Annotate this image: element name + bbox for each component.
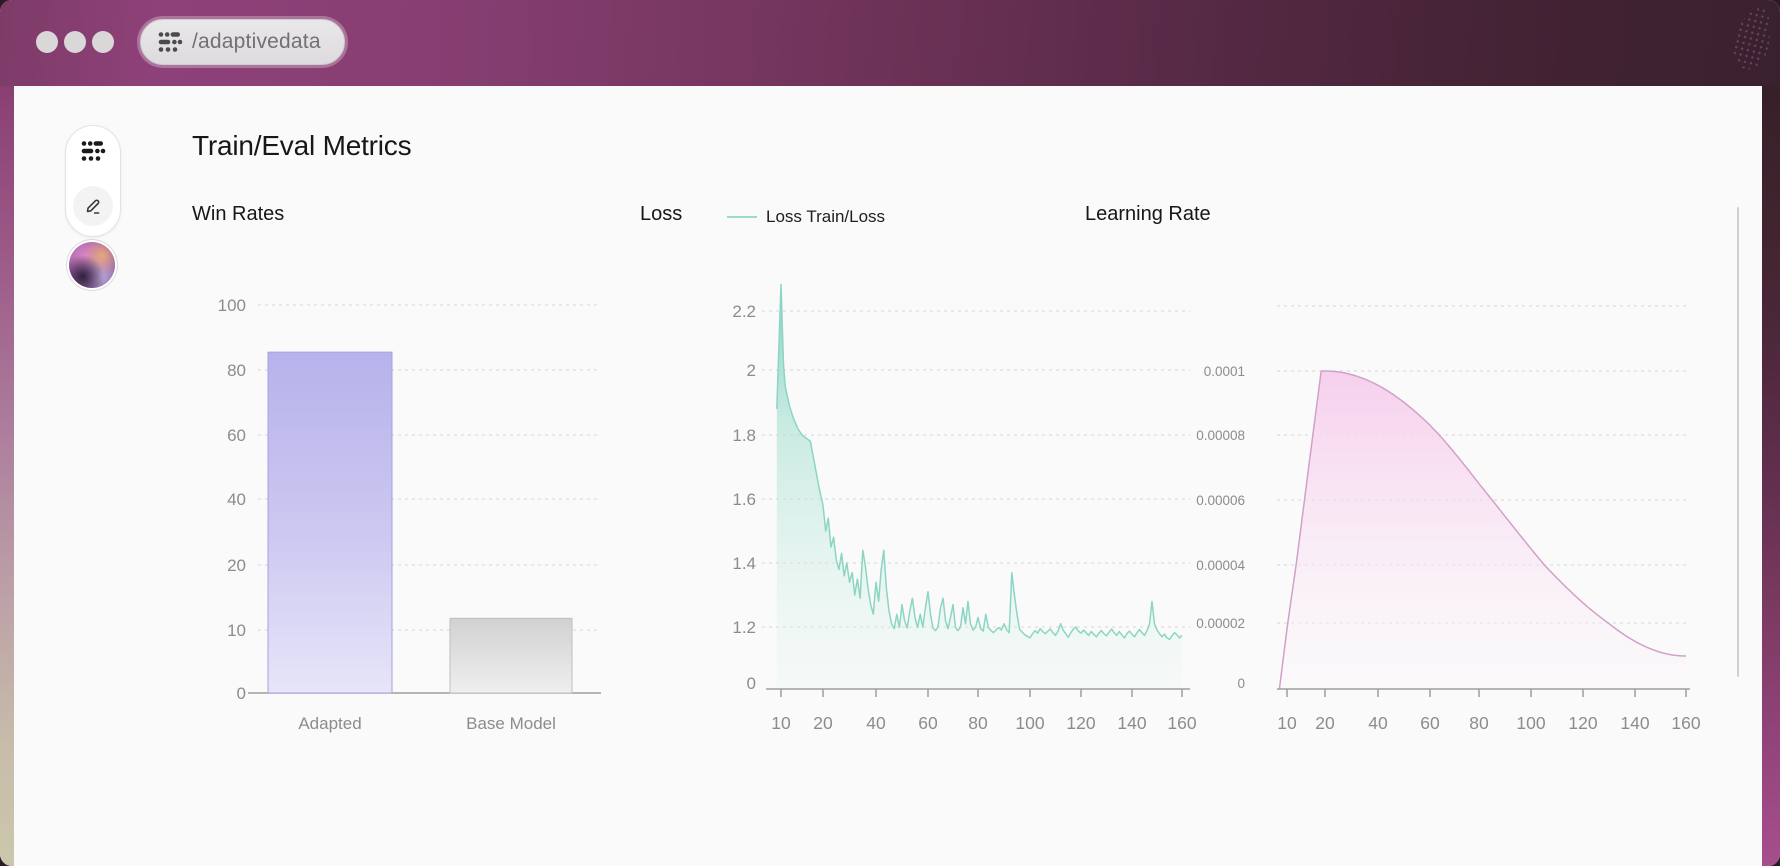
x-tick-label: 160	[1671, 713, 1700, 733]
learning-rate-title: Learning Rate	[1085, 203, 1211, 225]
page-title: Train/Eval Metrics	[192, 130, 412, 161]
main-content: Train/Eval Metrics Win Rates Loss Loss T…	[14, 86, 1762, 866]
y-tick-label: 0.00004	[1196, 558, 1245, 573]
y-tick-label: 0	[747, 674, 756, 693]
y-tick-label: 1.2	[732, 618, 756, 637]
frame-right-edge	[1762, 86, 1780, 866]
leaf-pattern-decoration	[1728, 2, 1778, 74]
app-window: /adaptivedata Train/Eval Metrics Win Rat…	[0, 0, 1780, 866]
y-tick-label: 0.00006	[1196, 493, 1245, 508]
y-tick-label: 0.0001	[1204, 364, 1245, 379]
y-tick-label: 2.2	[732, 302, 756, 321]
y-tick-label: 40	[227, 490, 246, 509]
traffic-light-close-button[interactable]	[36, 31, 58, 53]
frame-left-edge	[0, 86, 14, 866]
x-tick-label: 80	[968, 713, 988, 733]
x-tick-label: 80	[1469, 713, 1489, 733]
bar-adapted	[267, 351, 393, 694]
y-tick-label: 1.6	[732, 490, 756, 509]
traffic-light-minimize-button[interactable]	[64, 31, 86, 53]
x-tick-label: 10	[1277, 713, 1297, 733]
bar-base-model	[449, 617, 573, 694]
y-tick-label: 0.00002	[1196, 616, 1245, 631]
x-tick-label: 40	[866, 713, 886, 733]
address-pill[interactable]: /adaptivedata	[140, 19, 345, 65]
y-tick-label: 0	[1237, 676, 1245, 691]
loss-title: Loss	[640, 203, 683, 225]
x-tick-label: 60	[1420, 713, 1440, 733]
traffic-light-zoom-button[interactable]	[92, 31, 114, 53]
y-tick-label: 0.00008	[1196, 428, 1245, 443]
titlebar: /adaptivedata	[0, 0, 1780, 86]
sidebar-toolbar	[65, 125, 121, 237]
y-tick-label: 1.8	[732, 426, 756, 445]
y-tick-label: 1.4	[732, 554, 756, 573]
loss-legend-label: Loss Train/Loss	[766, 207, 886, 226]
adaptive-logo-icon	[157, 29, 183, 55]
learning-rate-chart: 0.0001 0.00008 0.00006 0.00004 0.00002 0 10 20 4…	[1196, 305, 1701, 733]
x-category-label: Adapted	[298, 714, 361, 733]
home-logo-button[interactable]	[73, 132, 113, 172]
x-tick-label: 100	[1015, 713, 1044, 733]
adaptive-logo-icon	[80, 138, 106, 167]
x-tick-label: 20	[813, 713, 833, 733]
y-tick-label: 60	[227, 426, 246, 445]
x-tick-label: 60	[918, 713, 938, 733]
x-tick-label: 40	[1368, 713, 1388, 733]
loss-legend-swatch-icon	[727, 216, 757, 218]
pencil-icon	[82, 194, 104, 219]
y-tick-label: 0	[237, 684, 246, 703]
x-tick-label: 100	[1516, 713, 1545, 733]
y-tick-label: 10	[227, 621, 246, 640]
user-avatar[interactable]	[69, 242, 115, 288]
edit-button[interactable]	[73, 186, 113, 226]
vertical-scrollbar[interactable]	[1737, 207, 1739, 677]
loss-legend: Loss Train/Loss	[727, 207, 885, 227]
x-category-label: Base Model	[466, 714, 556, 733]
address-url: /adaptivedata	[192, 30, 321, 53]
y-tick-label: 100	[218, 296, 246, 315]
x-tick-label: 20	[1315, 713, 1335, 733]
y-tick-label: 2	[747, 361, 756, 380]
x-tick-label: 10	[771, 713, 791, 733]
learning-rate-area	[1279, 371, 1686, 689]
x-tick-label: 140	[1620, 713, 1649, 733]
win-rates-chart: 10080604020100Adapted Base Model	[218, 296, 601, 733]
y-tick-label: 20	[227, 556, 246, 575]
win-rates-title: Win Rates	[192, 203, 285, 225]
x-tick-label: 120	[1568, 713, 1597, 733]
y-tick-label: 80	[227, 361, 246, 380]
